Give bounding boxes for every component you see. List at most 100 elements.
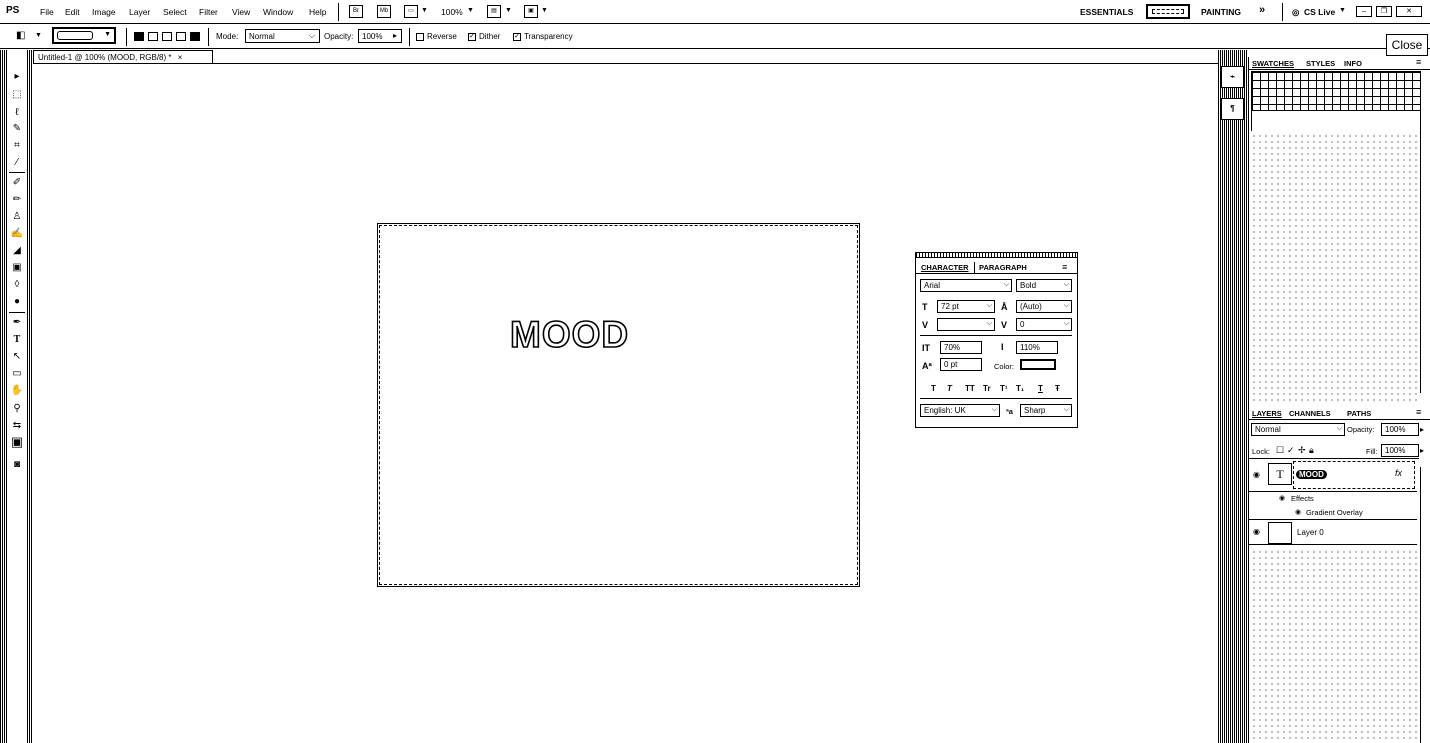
strikethrough-button[interactable]: Ŧ: [1055, 384, 1060, 393]
menu-filter[interactable]: Filter: [199, 7, 218, 17]
lock-position-icon[interactable]: ✢: [1298, 445, 1306, 456]
underline-button[interactable]: T: [1038, 384, 1043, 393]
faux-bold-button[interactable]: T: [931, 384, 936, 393]
vertical-scale-input[interactable]: 70%: [940, 341, 982, 354]
quick-selection-tool-icon[interactable]: ✎: [9, 122, 25, 136]
menu-layer[interactable]: Layer: [129, 7, 150, 17]
fill-input[interactable]: 100%: [1381, 444, 1419, 457]
restore-button[interactable]: ❐: [1376, 6, 1392, 17]
language-select[interactable]: English: UK ⌵: [920, 404, 1000, 417]
eyedropper-tool-icon[interactable]: ⁄: [9, 156, 25, 170]
blur-tool-icon[interactable]: ◊: [9, 278, 25, 292]
menu-view[interactable]: View: [232, 7, 250, 17]
panel-grip[interactable]: [916, 253, 1077, 258]
lock-transparent-icon[interactable]: ☐: [1276, 445, 1284, 456]
font-style-select[interactable]: Bold ⌵: [1016, 279, 1072, 292]
document-tab[interactable]: Untitled-1 @ 100% (MOOD, RGB/8) * ×: [33, 50, 213, 64]
faux-italic-button[interactable]: T: [947, 384, 952, 393]
layer-name[interactable]: Layer 0: [1297, 528, 1324, 537]
layer-row-mood[interactable]: ◉ T MOOD fx: [1249, 459, 1417, 492]
tab-paragraph[interactable]: PARAGRAPH: [979, 263, 1027, 272]
tab-character[interactable]: CHARACTER: [921, 263, 969, 272]
foreground-color-icon[interactable]: ▣: [9, 435, 25, 449]
eraser-tool-icon[interactable]: ◢: [9, 244, 25, 258]
pen-tool-icon[interactable]: ✒: [9, 316, 25, 330]
crop-tool-icon[interactable]: ⌗: [9, 139, 25, 153]
tab-paths[interactable]: PATHS: [1347, 409, 1371, 418]
gradient-tool-preset-icon[interactable]: ◧: [16, 30, 25, 41]
close-tooltip[interactable]: Close: [1386, 34, 1428, 56]
tab-swatches[interactable]: SWATCHES: [1252, 59, 1294, 68]
workspace-design[interactable]: [1146, 4, 1190, 19]
screen-mode-icon[interactable]: ▣: [524, 5, 538, 18]
menu-window[interactable]: Window: [263, 7, 293, 17]
tab-styles[interactable]: STYLES: [1306, 59, 1335, 68]
panel-menu-icon[interactable]: ≡: [1416, 407, 1421, 417]
hand-tool-icon[interactable]: ✋: [9, 384, 25, 398]
layer-effect-gradient-overlay[interactable]: ◉ Gradient Overlay: [1249, 506, 1417, 520]
cs-live-button[interactable]: CS Live: [1304, 7, 1335, 17]
marquee-tool-icon[interactable]: ⬚: [9, 88, 25, 102]
menu-help[interactable]: Help: [309, 7, 326, 17]
move-tool-icon[interactable]: ▸: [9, 70, 25, 84]
chevron-down-icon[interactable]: ▼: [1339, 7, 1346, 14]
canvas-text-layer[interactable]: MOOD: [509, 313, 629, 356]
text-color-swatch[interactable]: [1020, 359, 1056, 370]
reflected-gradient-icon[interactable]: [176, 32, 186, 41]
tab-layers[interactable]: LAYERS: [1252, 409, 1282, 418]
leading-input[interactable]: (Auto) ⌵: [1016, 300, 1072, 313]
zoom-level[interactable]: 100%: [441, 7, 463, 17]
menu-select[interactable]: Select: [163, 7, 187, 17]
panel-menu-icon[interactable]: ≡: [1416, 57, 1421, 67]
horizontal-scale-input[interactable]: 110%: [1016, 341, 1058, 354]
workspace-painting[interactable]: PAINTING: [1201, 7, 1241, 17]
linear-gradient-icon[interactable]: [134, 32, 144, 41]
eye-icon[interactable]: ◉: [1279, 494, 1285, 502]
antialias-select[interactable]: Sharp ⌵: [1020, 404, 1072, 417]
all-caps-button[interactable]: TT: [965, 384, 975, 393]
close-icon[interactable]: ×: [178, 53, 183, 62]
history-brush-tool-icon[interactable]: ✍: [9, 227, 25, 241]
menu-image[interactable]: Image: [92, 7, 116, 17]
baseline-shift-input[interactable]: 0 pt: [940, 358, 982, 371]
swatches-grid[interactable]: [1251, 71, 1421, 131]
arrange-documents-icon[interactable]: ▤: [487, 5, 501, 18]
kerning-input[interactable]: ⌵: [937, 318, 995, 331]
swap-colors-icon[interactable]: ⇆: [9, 419, 25, 433]
zoom-tool-icon[interactable]: ⚲: [9, 402, 25, 416]
document-canvas[interactable]: MOOD: [377, 223, 860, 587]
opacity-input[interactable]: 100% ▸: [358, 29, 402, 43]
angle-gradient-icon[interactable]: [162, 32, 172, 41]
actions-panel-icon[interactable]: ¶: [1221, 98, 1244, 120]
tracking-input[interactable]: 0 ⌵: [1016, 318, 1072, 331]
path-selection-tool-icon[interactable]: ↖: [9, 350, 25, 364]
mode-select[interactable]: Normal ⌵: [245, 29, 320, 43]
diamond-gradient-icon[interactable]: [190, 32, 200, 41]
brush-tool-icon[interactable]: ✏: [9, 193, 25, 207]
eye-icon[interactable]: ◉: [1295, 508, 1301, 516]
gradient-picker[interactable]: ▼: [52, 27, 116, 44]
eye-icon[interactable]: ◉: [1253, 470, 1260, 479]
font-family-select[interactable]: Arial ⌵: [920, 279, 1012, 292]
healing-brush-tool-icon[interactable]: ✐: [9, 176, 25, 190]
layer-row-layer-0[interactable]: ◉ Layer 0: [1249, 520, 1417, 545]
mini-bridge-icon[interactable]: Mb: [377, 5, 391, 18]
shape-tool-icon[interactable]: ▭: [9, 367, 25, 381]
chevron-right-icon[interactable]: ▸: [393, 31, 397, 40]
panel-menu-icon[interactable]: ≡: [1062, 262, 1067, 272]
layers-scrollbar[interactable]: [1420, 467, 1430, 743]
workspace-essentials[interactable]: ESSENTIALS: [1080, 7, 1133, 17]
history-panel-icon[interactable]: ⌁: [1221, 66, 1244, 88]
transparency-checkbox[interactable]: ✓ Transparency: [513, 32, 573, 41]
cs-live-icon[interactable]: ◎: [1292, 7, 1299, 18]
subscript-button[interactable]: T₁: [1016, 384, 1024, 393]
chevron-right-icon[interactable]: ▸: [1420, 425, 1424, 434]
superscript-button[interactable]: T¹: [1000, 384, 1008, 393]
lock-all-icon[interactable]: 🔒︎: [1309, 445, 1314, 456]
menu-edit[interactable]: Edit: [65, 7, 80, 17]
panel-grip[interactable]: [0, 50, 7, 743]
chevron-down-icon[interactable]: ▼: [421, 7, 428, 14]
radial-gradient-icon[interactable]: [148, 32, 158, 41]
lock-image-icon[interactable]: ✓: [1287, 445, 1295, 456]
layer-effects-row[interactable]: ◉ Effects: [1249, 492, 1417, 506]
